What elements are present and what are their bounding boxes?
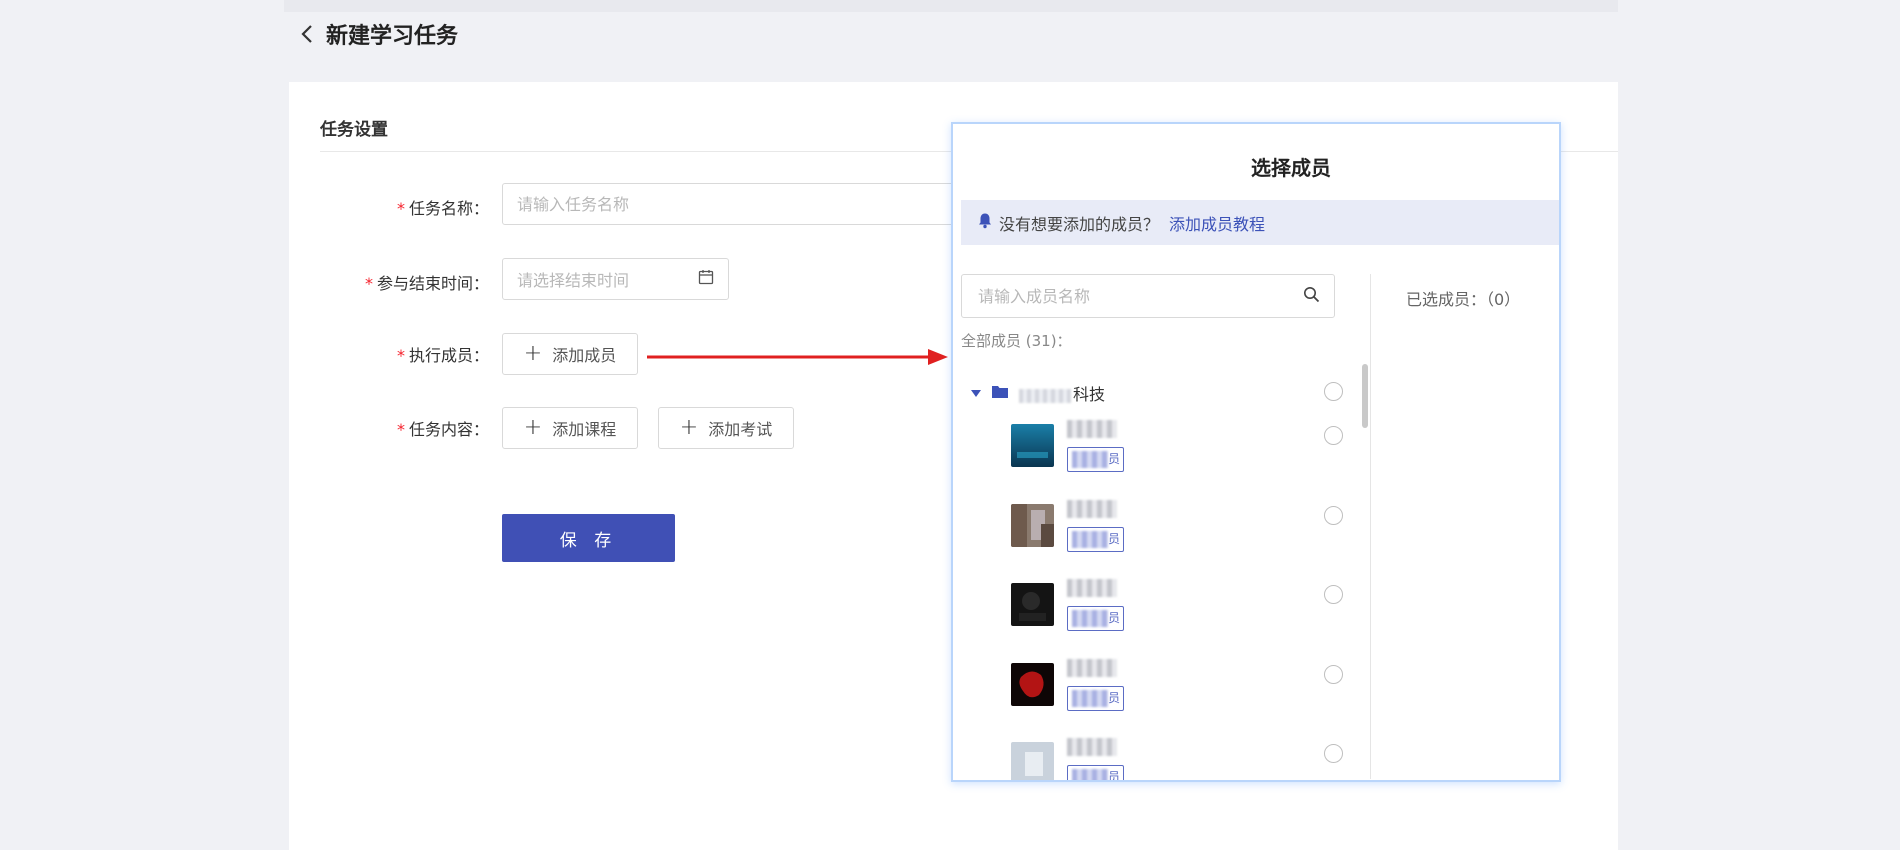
redacted-text [1072,610,1108,627]
required-mark: * [396,199,405,218]
pane-divider [1370,274,1371,779]
member-name-redacted [1067,579,1117,597]
bell-icon [977,212,993,233]
plus-icon: + [679,415,699,440]
add-course-label: 添加课程 [552,420,617,439]
end-time-picker[interactable]: 请选择结束时间 [502,258,729,300]
add-course-button[interactable]: + 添加课程 [502,407,638,449]
avatar [1011,663,1054,706]
redacted-text [1072,769,1108,780]
add-member-tutorial-link[interactable]: 添加成员教程 [1169,211,1265,235]
plus-icon: + [523,415,543,440]
required-mark: * [396,346,405,365]
chevron-left-icon[interactable] [296,19,318,49]
page-title: 新建学习任务 [326,24,459,49]
top-bar [284,0,1618,12]
page-header: 新建学习任务 [296,16,458,52]
calendar-icon [698,269,714,289]
task-content-label: * 任务内容： [396,420,489,439]
member-radio[interactable] [1324,426,1343,445]
notice-text: 没有想要添加的成员？ [999,214,1160,234]
avatar [1011,424,1054,467]
member-list-scrollbar[interactable] [1362,364,1368,428]
member-name-redacted [1067,500,1117,518]
redacted-text [1019,388,1071,403]
group-name: 科技 [1019,381,1105,405]
member-name-redacted [1067,659,1117,677]
member-role-tag: 员 [1067,765,1124,780]
add-exam-label: 添加考试 [708,420,773,439]
avatar [1011,742,1054,780]
required-mark: * [396,420,405,439]
required-mark: * [364,274,373,293]
plus-icon: + [523,341,543,366]
member-radio[interactable] [1324,506,1343,525]
member-radio[interactable] [1324,585,1343,604]
redacted-text [1072,690,1108,707]
member-row[interactable]: 员 [1011,418,1361,478]
member-search-field[interactable] [961,274,1335,318]
section-title: 任务设置 [320,120,388,140]
notice-bar: 没有想要添加的成员？ 添加成员教程 [961,200,1559,245]
member-role-tag: 员 [1067,527,1124,552]
member-role-tag: 员 [1067,686,1124,711]
member-row[interactable]: 员 [1011,657,1361,717]
member-name-redacted [1067,420,1117,438]
annotation-arrow [647,349,948,365]
redacted-text [1072,531,1108,548]
all-members-count: 全部成员 (31)： [961,332,1072,350]
task-name-input[interactable] [502,183,962,225]
select-member-dialog: 选择成员 没有想要添加的成员？ 添加成员教程 全部成员 (31)： [951,122,1561,782]
end-time-placeholder: 请选择结束时间 [517,271,630,290]
add-member-label: 添加成员 [552,346,617,365]
member-name-redacted [1067,738,1117,756]
member-row[interactable]: 员 [1011,736,1361,780]
member-radio[interactable] [1324,665,1343,684]
member-role-tag: 员 [1067,606,1124,631]
avatar [1011,583,1054,626]
add-exam-button[interactable]: + 添加考试 [658,407,794,449]
member-row[interactable]: 员 [1011,577,1361,637]
save-button[interactable]: 保 存 [502,514,675,562]
redacted-text [1072,451,1108,468]
search-icon[interactable] [1303,286,1320,307]
dialog-title: 选择成员 [1251,156,1331,180]
member-radio[interactable] [1324,744,1343,763]
group-radio[interactable] [1324,382,1343,401]
add-member-button[interactable]: + 添加成员 [502,333,638,375]
member-tree: 科技 员 员 员 员 员 [953,356,1363,780]
group-row[interactable]: 科技 [971,378,1361,408]
caret-down-icon[interactable] [971,389,981,397]
task-name-label: * 任务名称： [396,199,489,218]
member-search-input[interactable] [976,285,1303,307]
member-row[interactable]: 员 [1011,498,1361,558]
executors-label: * 执行成员： [396,346,489,365]
folder-icon [991,384,1009,403]
avatar [1011,504,1054,547]
end-time-label: * 参与结束时间： [364,274,489,293]
member-role-tag: 员 [1067,447,1124,472]
selected-members-count: 已选成员：（0） [1406,290,1521,309]
